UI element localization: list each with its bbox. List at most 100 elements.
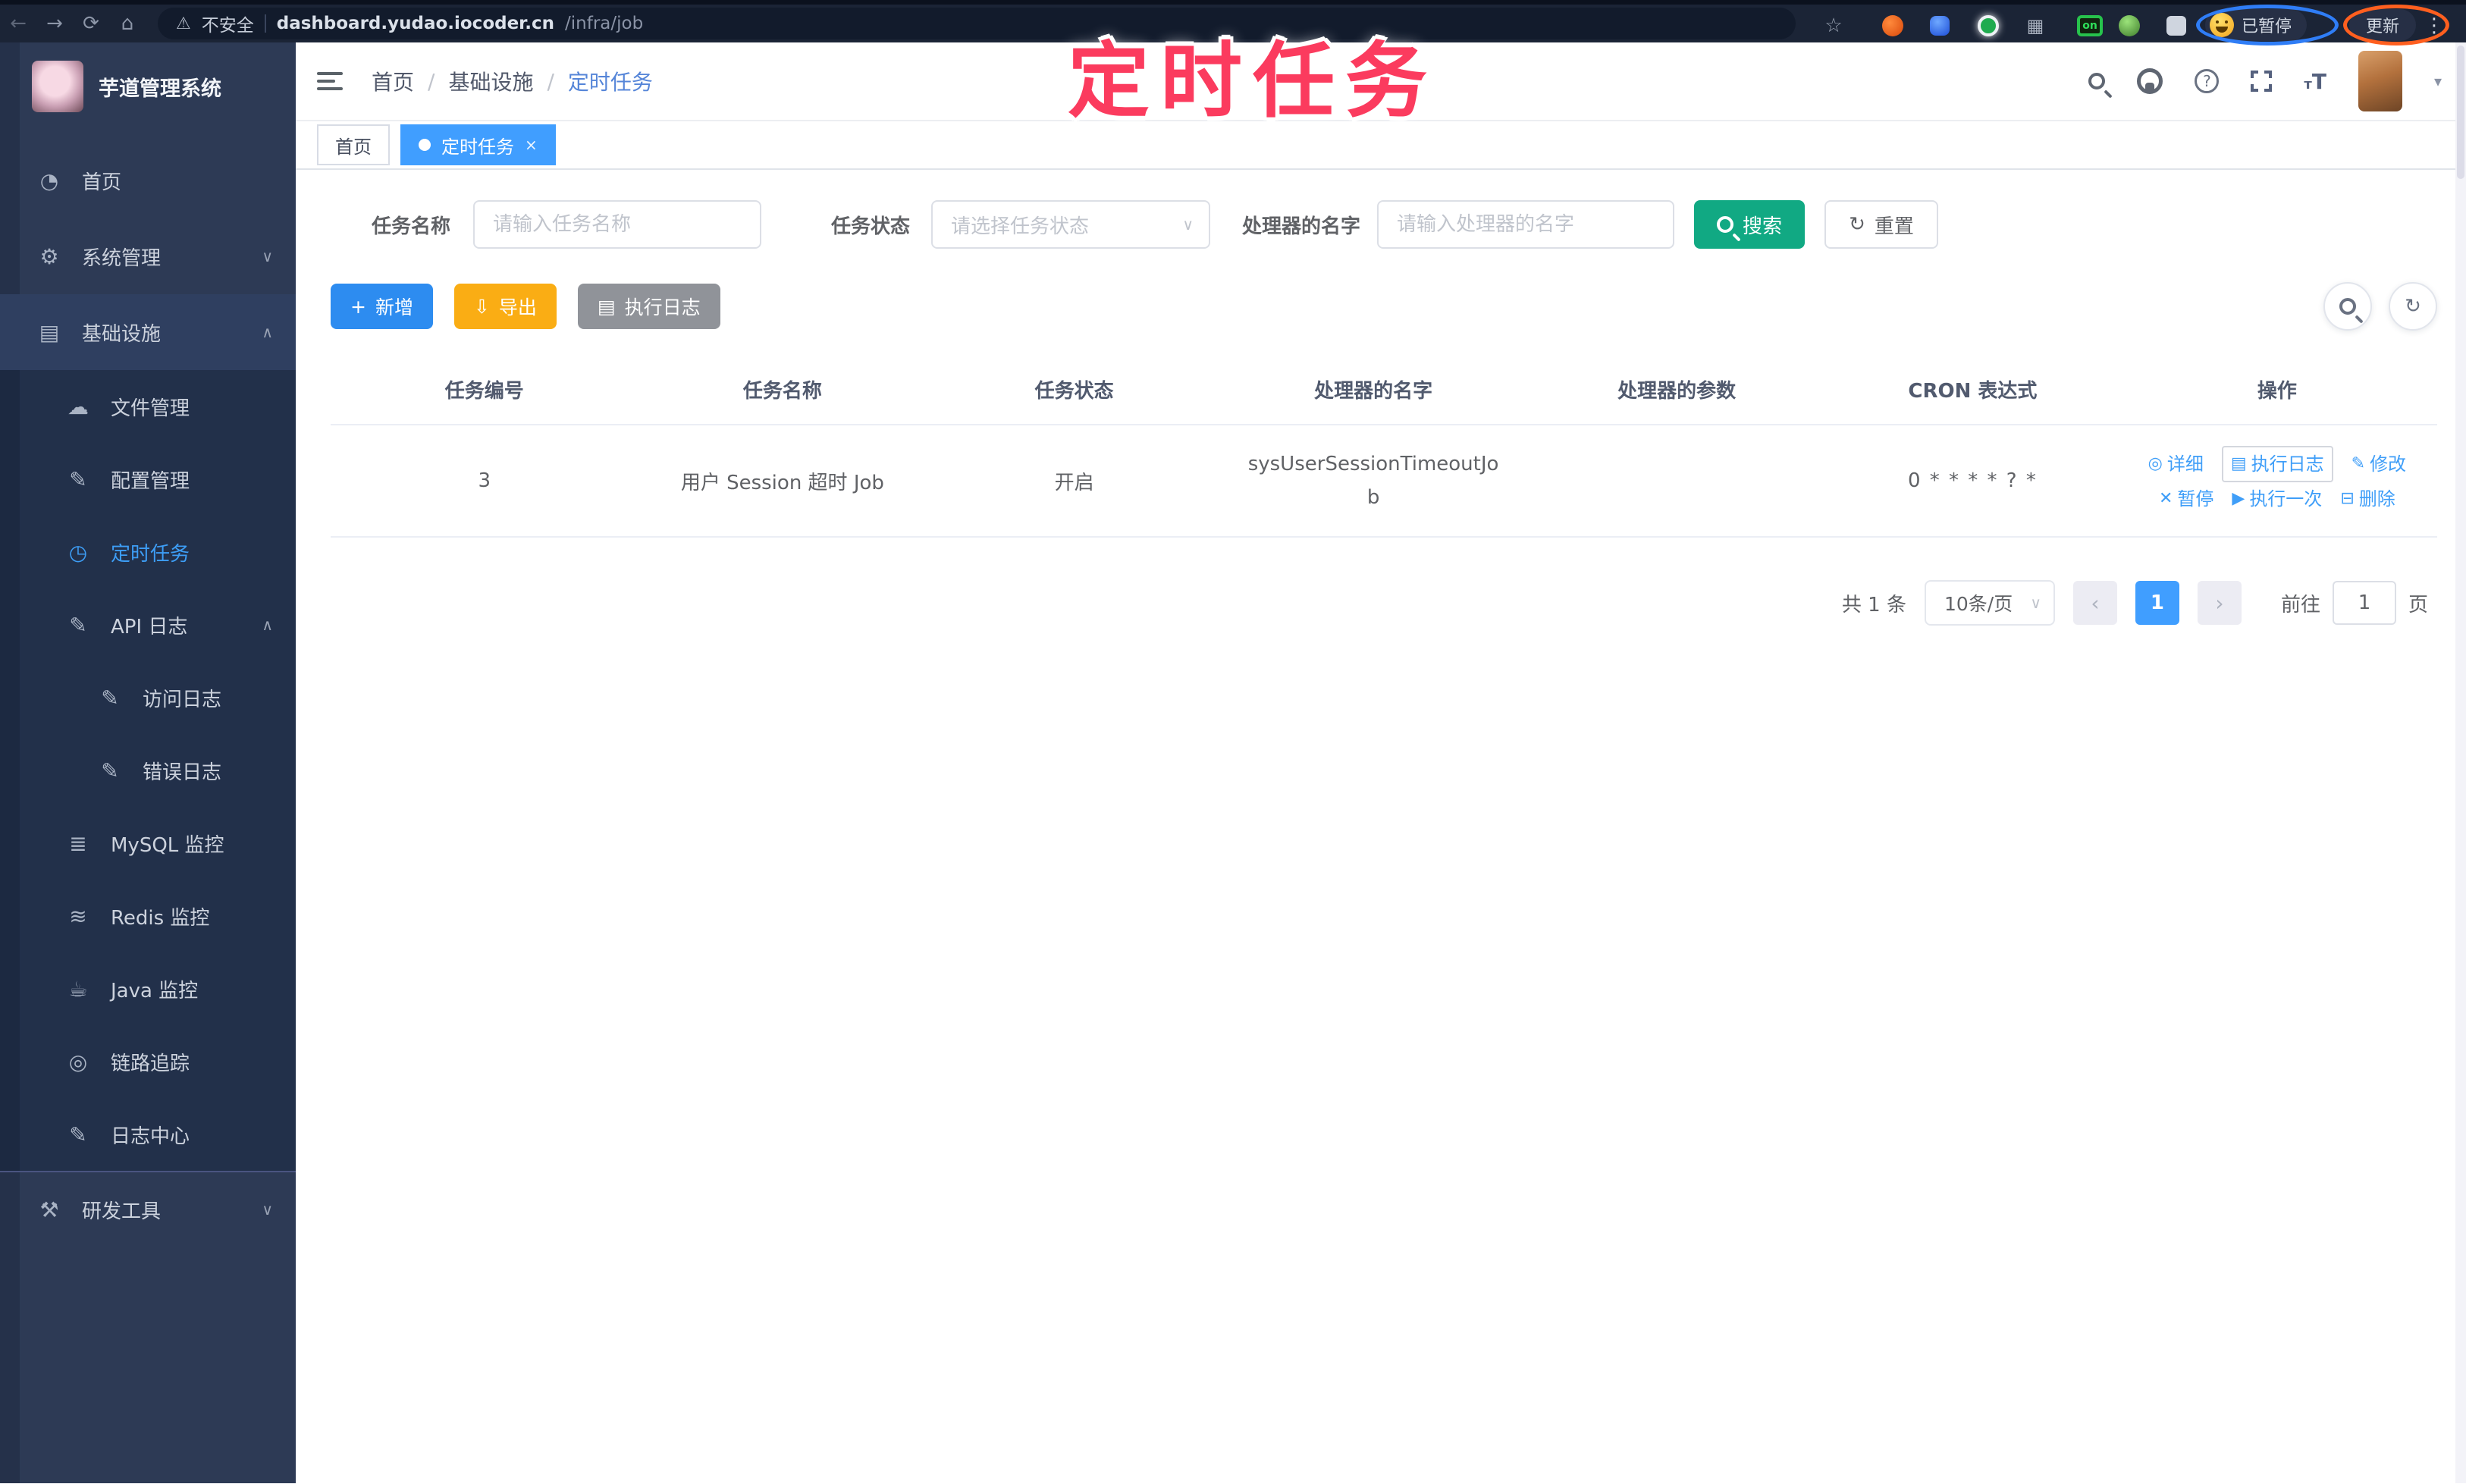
stack-icon: ≋ <box>69 903 87 929</box>
browser-home-icon[interactable]: ⌂ <box>109 5 146 42</box>
sidebar-item-config-mgmt[interactable]: ✎ 配置管理 <box>0 443 296 516</box>
cell-actions: ◎ 详细 ▤ 执行日志 ✎ 修改 ✕ 暂停 ▶ 执行一次 ⊟ 删除 <box>2116 425 2437 538</box>
page-size-select[interactable]: 10条/页 ∨ <box>1924 580 2055 626</box>
page-1-button[interactable]: 1 <box>2135 581 2179 625</box>
extension-on-badge[interactable]: on <box>2075 9 2105 42</box>
detail-link[interactable]: ◎ 详细 <box>2148 447 2204 481</box>
tab-scheduled-tasks[interactable]: 定时任务 × <box>400 124 556 165</box>
sidebar-item-home[interactable]: ◔ 首页 <box>0 143 296 218</box>
bookmark-star-icon[interactable]: ☆ <box>1818 9 1849 42</box>
export-button[interactable]: ⇩ 导出 <box>453 284 557 329</box>
user-avatar[interactable] <box>2358 51 2402 111</box>
sidebar-item-dev-tools[interactable]: ⚒ 研发工具 ∨ <box>0 1171 296 1247</box>
github-icon[interactable] <box>2137 68 2163 94</box>
url-separator <box>264 14 266 33</box>
home-icon: ◔ <box>39 168 59 193</box>
handler-name-input[interactable] <box>1377 200 1675 249</box>
not-secure-label[interactable]: 不安全 <box>202 11 254 36</box>
user-menu-caret-icon[interactable]: ▾ <box>2434 72 2442 90</box>
browser-menu-kebab-icon[interactable]: ⋮ <box>2424 9 2445 42</box>
grid-glyph: ▦ <box>2026 15 2044 36</box>
edit-link[interactable]: ✎ 修改 <box>2351 447 2406 481</box>
sidebar-item-access-logs[interactable]: ✎ 访问日志 <box>0 661 296 734</box>
sidebar-item-java-monitor[interactable]: ☕ Java 监控 <box>0 952 296 1025</box>
pause-link[interactable]: ✕ 暂停 <box>2159 482 2213 516</box>
sidebar-logo[interactable]: 芋道管理系统 <box>0 42 296 130</box>
execution-log-link[interactable]: ▤ 执行日志 <box>2221 446 2333 482</box>
browser-back-icon[interactable]: ← <box>0 5 36 42</box>
page-scrollbar[interactable] <box>2455 42 2466 1483</box>
search-icon[interactable] <box>2088 73 2106 89</box>
add-button[interactable]: + 新增 <box>331 284 433 329</box>
sidebar-item-trace[interactable]: ◎ 链路追踪 <box>0 1025 296 1098</box>
run-once-link[interactable]: ▶ 执行一次 <box>2232 482 2322 516</box>
col-cron: CRON 表达式 <box>1828 355 2117 425</box>
eye-icon: ◎ <box>2148 454 2163 473</box>
log-icon: ▤ <box>597 295 616 318</box>
cell-job-status: 开启 <box>927 425 1222 538</box>
search-button[interactable]: 搜索 <box>1694 200 1806 249</box>
browser-reload-icon[interactable]: ⟳ <box>73 5 109 42</box>
delete-link[interactable]: ⊟ 删除 <box>2340 482 2395 516</box>
extension-grid-icon[interactable]: ▦ <box>2022 9 2049 42</box>
sidebar-collapse-icon[interactable] <box>317 72 343 90</box>
chevron-down-icon: ∨ <box>1182 215 1194 234</box>
sidebar-item-mysql-monitor[interactable]: ≣ MySQL 监控 <box>0 807 296 880</box>
chevron-down-icon: ∨ <box>262 247 273 265</box>
address-bar[interactable]: ⚠ 不安全 dashboard.yudao.iocoder.cn/infra/j… <box>158 8 1796 39</box>
breadcrumb-home[interactable]: 首页 <box>372 66 414 96</box>
next-page-button[interactable]: › <box>2197 581 2242 625</box>
sidebar-item-system-mgmt[interactable]: ⚙ 系统管理 ∨ <box>0 218 296 294</box>
job-status-placeholder: 请选择任务状态 <box>951 215 1090 238</box>
infrastructure-submenu: ☁ 文件管理 ✎ 配置管理 ◷ 定时任务 ✎ API 日志 ∧ ✎ 访问日志 ✎… <box>0 370 296 1171</box>
sidebar-item-label: Java 监控 <box>111 979 199 1002</box>
extension-blue-icon[interactable] <box>1928 9 1952 42</box>
execution-log-button[interactable]: ▤ 执行日志 <box>577 284 720 329</box>
page-content: 任务名称 任务状态 请选择任务状态 ∨ 处理器的名字 搜索 ↻ <box>296 170 2466 1483</box>
edit-icon: ✎ <box>69 466 87 492</box>
chevron-down-icon: ∨ <box>262 1200 273 1219</box>
goto-page-input[interactable] <box>2332 581 2396 625</box>
sidebar-item-infrastructure[interactable]: ▤ 基础设施 ∧ <box>0 294 296 370</box>
refresh-table-button[interactable]: ↻ <box>2389 282 2437 331</box>
extension-green-icon[interactable] <box>1975 9 2002 42</box>
cell-job-id: 3 <box>331 425 638 538</box>
orange-circle-icon <box>1882 15 1903 36</box>
extension-bug-icon[interactable] <box>2117 9 2141 42</box>
sidebar-item-log-center[interactable]: ✎ 日志中心 <box>0 1098 296 1171</box>
tab-close-icon[interactable]: × <box>525 136 538 154</box>
toggle-search-button[interactable] <box>2323 282 2372 331</box>
fullscreen-icon[interactable] <box>2251 71 2273 92</box>
add-button-label: 新增 <box>375 296 413 318</box>
prev-page-button[interactable]: ‹ <box>2072 581 2117 625</box>
page-size-value: 10条/页 <box>1944 593 2013 615</box>
cell-handler-param <box>1525 425 1829 538</box>
sidebar-item-api-logs[interactable]: ✎ API 日志 ∧ <box>0 588 296 661</box>
trash-icon: ⊟ <box>2340 489 2355 508</box>
sidebar-item-redis-monitor[interactable]: ≋ Redis 监控 <box>0 880 296 952</box>
browser-forward-icon[interactable]: → <box>36 5 73 42</box>
browser-update-button[interactable]: 更新 <box>2349 9 2417 41</box>
profile-paused-chip[interactable]: 已暂停 <box>2205 9 2308 41</box>
extension-orange-icon[interactable] <box>1881 9 1905 42</box>
extensions-puzzle-icon[interactable] <box>2164 9 2188 42</box>
sidebar-item-label: 首页 <box>82 171 122 194</box>
font-size-icon[interactable]: тT <box>2304 69 2326 94</box>
sidebar-item-error-logs[interactable]: ✎ 错误日志 <box>0 734 296 807</box>
delete-label: 删除 <box>2358 488 2395 510</box>
sidebar-menu: ◔ 首页 ⚙ 系统管理 ∨ ▤ 基础设施 ∧ ☁ 文件管理 ✎ 配置管理 ◷ 定… <box>0 130 296 1247</box>
tab-home[interactable]: 首页 <box>317 124 390 165</box>
sidebar-item-scheduled-tasks[interactable]: ◷ 定时任务 <box>0 516 296 588</box>
clock-icon: ◷ <box>68 539 88 565</box>
scrollbar-thumb[interactable] <box>2457 45 2464 179</box>
reset-button[interactable]: ↻ 重置 <box>1824 200 1938 249</box>
col-handler-name: 处理器的名字 <box>1222 355 1526 425</box>
cell-handler-name: sysUserSessionTimeoutJob <box>1222 425 1526 538</box>
help-icon[interactable]: ? <box>2195 69 2220 93</box>
job-name-input[interactable] <box>473 200 762 249</box>
breadcrumb-current: 定时任务 <box>567 70 653 95</box>
job-status-select[interactable]: 请选择任务状态 ∨ <box>931 200 1211 249</box>
breadcrumb-infrastructure[interactable]: 基础设施 <box>448 66 533 96</box>
sidebar-item-file-mgmt[interactable]: ☁ 文件管理 <box>0 370 296 443</box>
table-toolbar: + 新增 ⇩ 导出 ▤ 执行日志 ↻ <box>331 282 2437 331</box>
